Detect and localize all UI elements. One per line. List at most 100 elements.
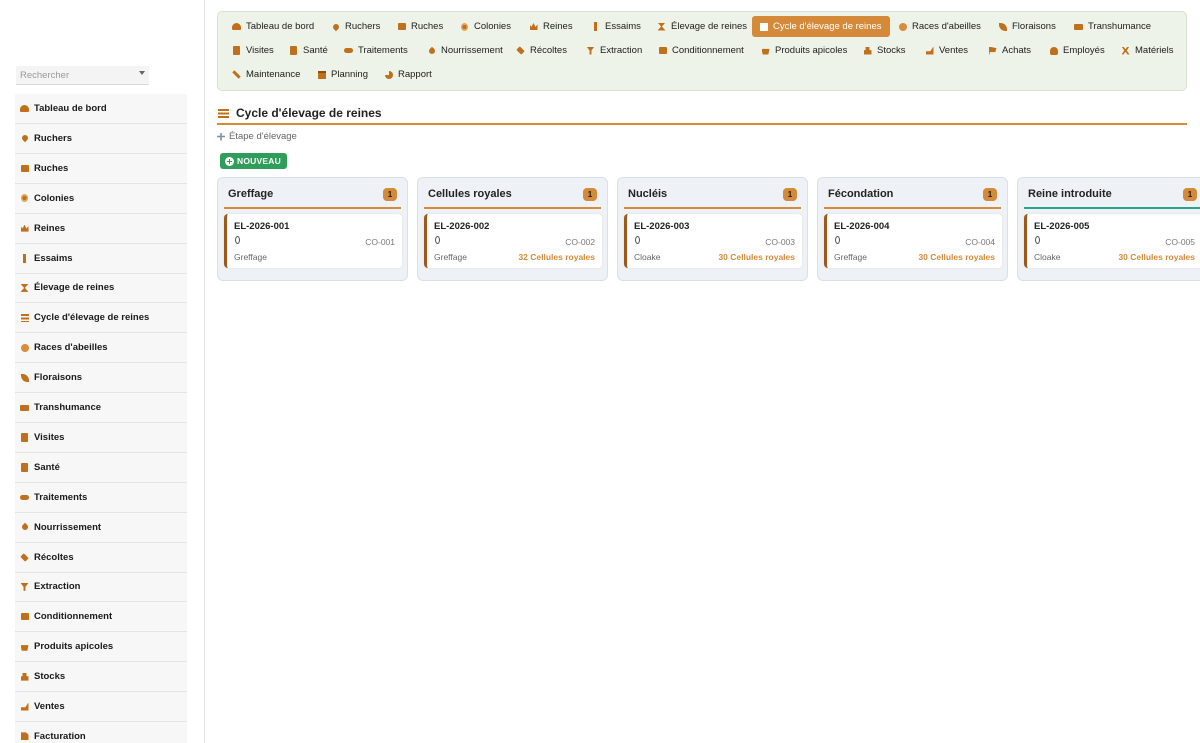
- kanban-card[interactable]: EL-2026-004 CO-004 Greffage 30 Cellules roy…: [824, 214, 1002, 268]
- nav-item-achats[interactable]: Achats: [981, 40, 1039, 61]
- sidebar: Rechercher Tableau de bord Ruchers Ruches C…: [0, 0, 205, 743]
- filter-icon: [20, 582, 29, 591]
- sidebar-item-races-d-abeilles[interactable]: Races d'abeilles: [15, 333, 187, 364]
- search-placeholder: Rechercher: [20, 69, 70, 81]
- sidebar-item-label: Visites: [34, 431, 65, 443]
- sidebar-item-visites[interactable]: Visites: [15, 423, 187, 453]
- nav-item-transhumance[interactable]: Transhumance: [1067, 16, 1159, 37]
- sidebar-item-essaims[interactable]: Essaims: [15, 244, 187, 274]
- card-stage: Cloake: [634, 252, 661, 262]
- card-cells: 32 Cellules royales: [518, 252, 595, 262]
- nav-item-elevage-de-reines[interactable]: Élevage de reines: [650, 16, 755, 37]
- sidebar-item-colonies[interactable]: Colonies: [15, 184, 187, 214]
- clipboard-icon: [20, 432, 29, 442]
- nav-item-produits-apicoles[interactable]: Produits apicoles: [754, 40, 855, 61]
- nav-item-visites[interactable]: Visites: [225, 40, 282, 61]
- search-select[interactable]: Rechercher: [16, 66, 149, 85]
- sidebar-item-label: Reines: [34, 222, 66, 234]
- calendar-icon: [317, 70, 326, 79]
- cubes-icon: [863, 46, 872, 55]
- nav-item-maintenance[interactable]: Maintenance: [225, 64, 308, 85]
- basket-icon: [20, 642, 29, 651]
- nav-item-conditionnement[interactable]: Conditionnement: [651, 40, 752, 61]
- hourglass-icon: [657, 22, 666, 31]
- clipboard-icon: [232, 46, 241, 55]
- sidebar-item-tableau-de-bord[interactable]: Tableau de bord: [15, 94, 187, 124]
- card-stage: Greffage: [834, 252, 867, 262]
- nav-item-label: Récoltes: [530, 45, 567, 56]
- sidebar-item-facturation[interactable]: Facturation: [15, 722, 187, 743]
- sidebar-item-ruches[interactable]: Ruches: [15, 154, 187, 184]
- nav-item-essaims[interactable]: Essaims: [584, 16, 649, 37]
- filter-icon: [586, 46, 595, 55]
- bee-icon: [634, 236, 641, 244]
- nav-item-races-d-abeilles[interactable]: Races d'abeilles: [891, 16, 989, 37]
- card-id: EL-2026-005: [1034, 221, 1090, 232]
- plus-circle-icon: [225, 156, 234, 166]
- nav-item-extraction[interactable]: Extraction: [579, 40, 650, 61]
- nav-item-label: Achats: [1002, 45, 1032, 56]
- sidebar-item-label: Extraction: [34, 581, 81, 593]
- sidebar-item-transhumance[interactable]: Transhumance: [15, 393, 187, 423]
- nav-item-reines[interactable]: Reines: [522, 16, 581, 37]
- sidebar-item-traitements[interactable]: Traitements: [15, 483, 187, 513]
- nav-item-ruchers[interactable]: Ruchers: [324, 16, 388, 37]
- kanban-card[interactable]: EL-2026-002 CO-002 Greffage 32 Cellules roy…: [424, 214, 602, 268]
- nav-item-ruches[interactable]: Ruches: [390, 16, 451, 37]
- nav-item-label: Essaims: [605, 21, 641, 32]
- sidebar-item-floraisons[interactable]: Floraisons: [15, 363, 187, 394]
- sidebar-item-produits-apicoles[interactable]: Produits apicoles: [15, 632, 187, 663]
- sidebar-item-label: Traitements: [34, 491, 88, 503]
- nav-item-label: Planning: [331, 69, 368, 80]
- nav-item-label: Visites: [246, 45, 274, 56]
- kanban-card[interactable]: EL-2026-001 CO-001 Greffage: [224, 214, 402, 268]
- column-header: Greffage 1: [224, 184, 401, 209]
- spray-icon: [20, 552, 29, 562]
- nav-item-colonies[interactable]: Colonies: [453, 16, 519, 37]
- sidebar-item-elevage-de-reines[interactable]: Élevage de reines: [15, 273, 187, 304]
- nav-item-label: Cycle d'élevage de reines: [773, 21, 882, 32]
- kanban-card[interactable]: EL-2026-005 CO-005 Cloake 30 Cellules royal…: [1024, 214, 1200, 268]
- sidebar-item-ruchers[interactable]: Ruchers: [15, 124, 187, 154]
- sidebar-item-extraction[interactable]: Extraction: [15, 572, 187, 603]
- stage-link[interactable]: Étape d'élevage: [217, 131, 297, 142]
- nav-item-stocks[interactable]: Stocks: [856, 40, 914, 61]
- sidebar-item-reines[interactable]: Reines: [15, 214, 187, 244]
- nav-item-materiels[interactable]: Matériels: [1114, 40, 1182, 61]
- nav-item-rapport[interactable]: Rapport: [377, 64, 440, 85]
- card-stage: Greffage: [234, 252, 267, 262]
- sidebar-item-ventes[interactable]: Ventes: [15, 692, 187, 722]
- nav-item-label: Tableau de bord: [246, 21, 315, 32]
- new-button[interactable]: NOUVEAU: [220, 153, 287, 169]
- kanban-card[interactable]: EL-2026-003 CO-003 Cloake 30 Cellules royal…: [624, 214, 802, 268]
- box-icon: [20, 612, 29, 621]
- sidebar-item-stocks[interactable]: Stocks: [15, 662, 187, 693]
- sidebar-item-sante[interactable]: Santé: [15, 453, 187, 483]
- map-pin-icon: [20, 134, 29, 143]
- sidebar-item-cycle-d-elevage-de-reines[interactable]: Cycle d'élevage de reines: [15, 303, 187, 334]
- sidebar-item-nourrissement[interactable]: Nourrissement: [15, 513, 187, 543]
- nav-item-recoltes[interactable]: Récoltes: [509, 40, 575, 61]
- sidebar-item-recoltes[interactable]: Récoltes: [15, 543, 187, 573]
- column-count-badge: 1: [783, 188, 797, 201]
- disc-icon: [898, 22, 907, 31]
- page-title: Cycle d'élevage de reines: [236, 106, 382, 120]
- sidebar-item-label: Essaims: [34, 252, 73, 264]
- nav-item-sante[interactable]: Santé: [282, 40, 336, 61]
- nav-item-cycle-d-elevage-de-reines[interactable]: Cycle d'élevage de reines: [752, 16, 890, 37]
- card-cells: 30 Cellules royales: [1118, 252, 1195, 262]
- nav-item-planning[interactable]: Planning: [310, 64, 376, 85]
- nav-item-employes[interactable]: Employés: [1042, 40, 1113, 61]
- sidebar-item-conditionnement[interactable]: Conditionnement: [15, 602, 187, 633]
- nav-item-nourrissement[interactable]: Nourrissement: [420, 40, 511, 61]
- nav-item-ventes[interactable]: Ventes: [918, 40, 976, 61]
- nav-item-traitements[interactable]: Traitements: [337, 40, 416, 61]
- column-title: Cellules royales: [428, 188, 512, 200]
- nav-item-floraisons[interactable]: Floraisons: [991, 16, 1064, 37]
- sidebar-item-label: Transhumance: [34, 402, 102, 413]
- chevron-down-icon[interactable]: [139, 71, 145, 75]
- nav-item-tableau-de-bord[interactable]: Tableau de bord: [225, 16, 322, 37]
- column-title: Fécondation: [828, 188, 894, 200]
- list-icon: [20, 313, 29, 322]
- bee-icon: [434, 236, 441, 244]
